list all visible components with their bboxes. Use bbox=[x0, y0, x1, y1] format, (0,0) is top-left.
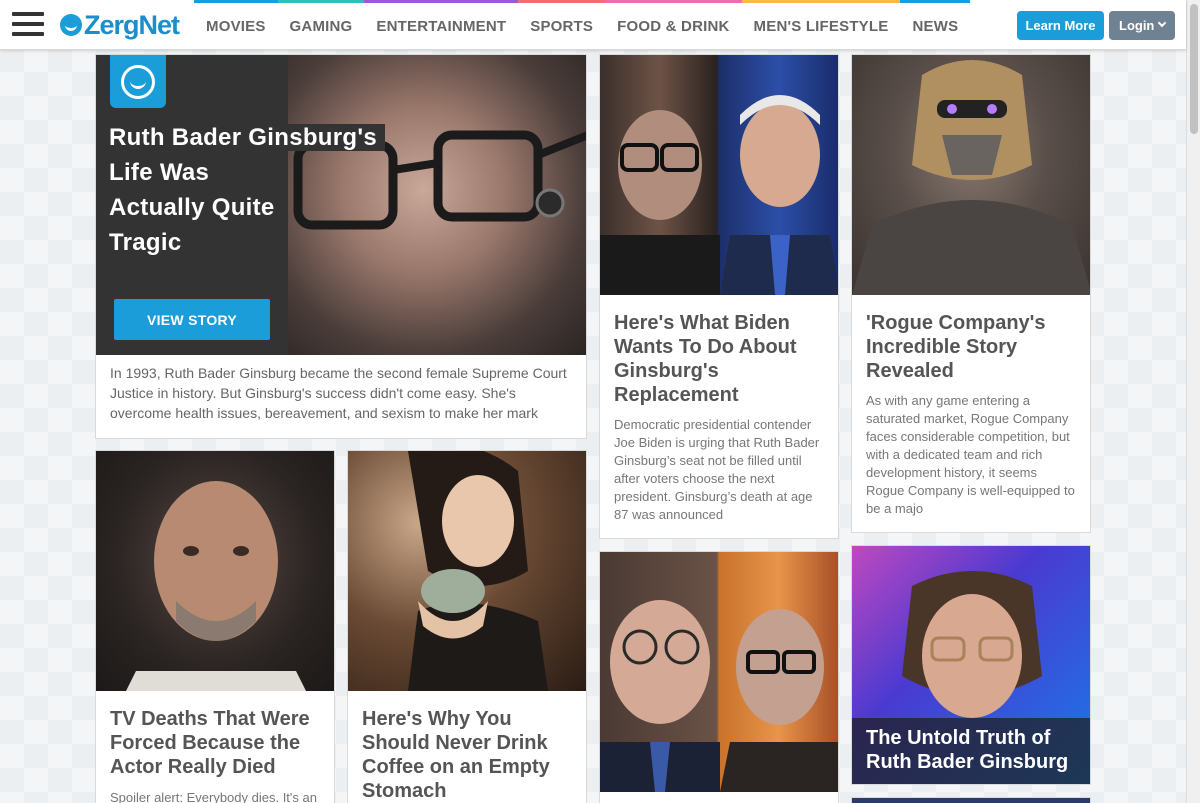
story-image-mcconnell-ginsburg[interactable] bbox=[600, 552, 838, 792]
story-card-tv-deaths[interactable]: TV Deaths That Were Forced Because the A… bbox=[95, 450, 335, 803]
featured-story-card[interactable]: Ruth Bader Ginsburg's Life Was Actually … bbox=[95, 54, 587, 439]
story-card-partial[interactable] bbox=[851, 797, 1091, 803]
story-title[interactable]: TV Deaths That Were Forced Because the A… bbox=[110, 707, 320, 779]
nav-gaming[interactable]: GAMING bbox=[277, 0, 365, 50]
story-image-rogue-company[interactable] bbox=[852, 55, 1090, 295]
featured-headline-line-1: Ruth Bader Ginsburg's bbox=[101, 124, 386, 151]
story-image-tv-deaths[interactable] bbox=[96, 451, 334, 691]
site-header: ZergNet MOVIES GAMING ENTERTAINMENT SPOR… bbox=[0, 0, 1186, 50]
login-button[interactable]: Login bbox=[1109, 11, 1175, 40]
story-description: As with any game entering a saturated ma… bbox=[866, 393, 1075, 516]
nav-movies[interactable]: MOVIES bbox=[194, 0, 278, 50]
story-title[interactable]: Here's Why You Should Never Drink Coffee… bbox=[362, 707, 572, 803]
story-card-rogue-company[interactable]: 'Rogue Company's Incredible Story Reveal… bbox=[851, 54, 1091, 533]
story-description: Democratic presidential contender Joe Bi… bbox=[614, 417, 820, 522]
story-title[interactable]: Here's What Biden Wants To Do About Gins… bbox=[614, 311, 824, 407]
logo-icon bbox=[60, 14, 82, 36]
story-card-coffee[interactable]: Here's Why You Should Never Drink Coffee… bbox=[347, 450, 587, 803]
story-title-overlay[interactable]: The Untold Truth of Ruth Bader Ginsburg bbox=[852, 718, 1090, 784]
site-logo[interactable]: ZergNet bbox=[60, 9, 180, 40]
page-scrollbar[interactable] bbox=[1186, 0, 1200, 803]
nav-food-drink[interactable]: FOOD & DRINK bbox=[605, 0, 742, 50]
featured-headline-line-4: Tragic bbox=[101, 229, 190, 256]
story-card-untold-truth[interactable]: The Untold Truth of Ruth Bader Ginsburg bbox=[851, 545, 1091, 785]
learn-more-button[interactable]: Learn More bbox=[1017, 11, 1104, 40]
category-nav: MOVIES GAMING ENTERTAINMENT SPORTS FOOD … bbox=[194, 0, 971, 50]
login-label: Login bbox=[1119, 18, 1155, 33]
portrait-illustration bbox=[600, 95, 838, 295]
scrollbar-thumb[interactable] bbox=[1190, 4, 1198, 134]
story-description: Spoiler alert: Everybody dies. It's an bbox=[110, 790, 317, 803]
chevron-down-icon bbox=[1157, 18, 1167, 28]
story-image-biden[interactable] bbox=[600, 55, 838, 295]
menu-icon[interactable] bbox=[12, 12, 44, 38]
nav-sports[interactable]: SPORTS bbox=[518, 0, 606, 50]
story-card-mcconnell-ginsburg[interactable] bbox=[599, 551, 839, 803]
story-card-biden[interactable]: Here's What Biden Wants To Do About Gins… bbox=[599, 54, 839, 539]
nav-news[interactable]: NEWS bbox=[900, 0, 971, 50]
story-image-coffee[interactable] bbox=[348, 451, 586, 691]
view-story-button[interactable]: VIEW STORY bbox=[114, 299, 270, 340]
portrait-illustration bbox=[126, 481, 306, 691]
featured-headline[interactable]: Ruth Bader Ginsburg's Life Was Actually … bbox=[101, 120, 401, 260]
nav-entertainment[interactable]: ENTERTAINMENT bbox=[364, 0, 519, 50]
woman-with-cup-illustration bbox=[408, 451, 548, 691]
logo-text: ZergNet bbox=[84, 9, 180, 40]
featured-headline-line-3: Actually Quite bbox=[101, 194, 283, 221]
featured-description: In 1993, Ruth Bader Ginsburg became the … bbox=[110, 365, 567, 421]
helmet-illustration bbox=[852, 60, 1090, 295]
featured-headline-line-2: Life Was bbox=[101, 159, 218, 186]
story-title[interactable]: 'Rogue Company's Incredible Story Reveal… bbox=[866, 311, 1076, 383]
zergnet-badge bbox=[110, 55, 166, 108]
portrait-illustration bbox=[600, 600, 838, 792]
zergnet-icon bbox=[121, 64, 155, 99]
nav-mens-lifestyle[interactable]: MEN'S LIFESTYLE bbox=[741, 0, 901, 50]
